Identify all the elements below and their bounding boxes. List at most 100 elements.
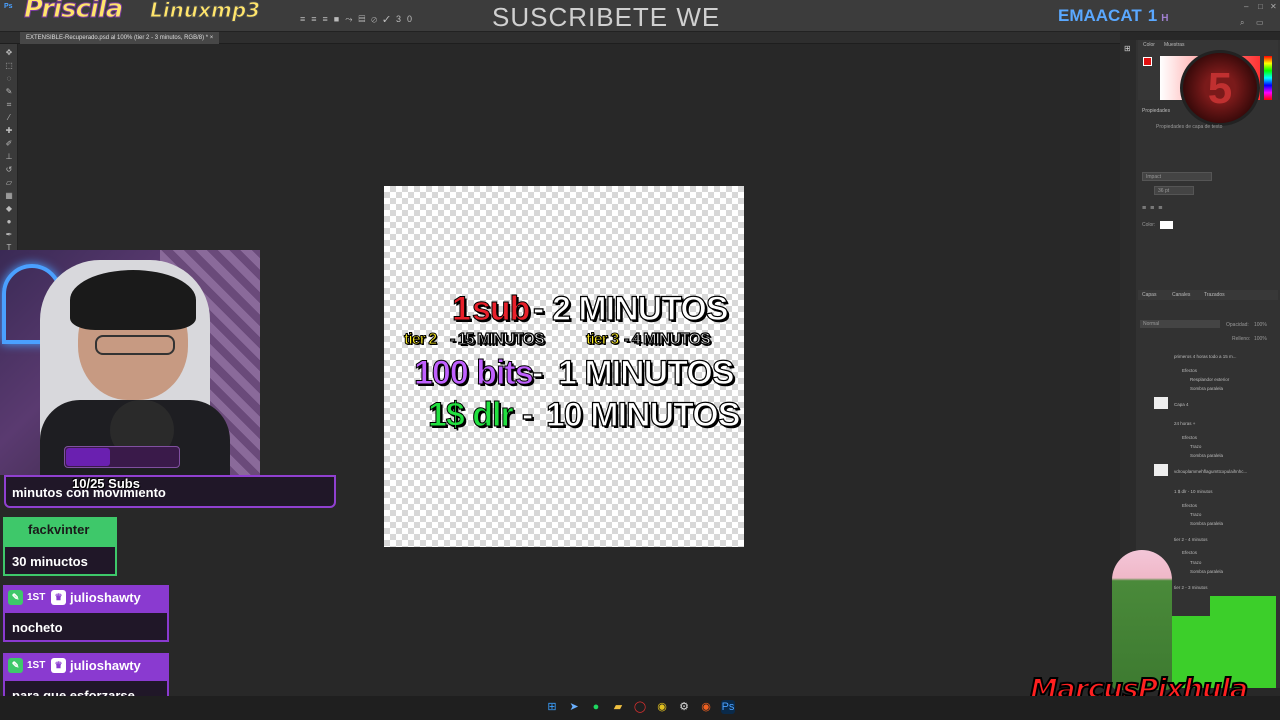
layer-row[interactable]: primeros 4 horas todo a 15 m... (1140, 354, 1274, 362)
quick-select-icon[interactable]: ✎ (4, 87, 14, 97)
layer-row[interactable]: 24 horas + (1140, 421, 1274, 429)
opera-icon[interactable]: ◯ (633, 700, 647, 714)
history-brush-icon[interactable]: ↺ (4, 165, 14, 175)
chat-header-2: fackvinter (3, 517, 117, 545)
layer-effect-row[interactable]: Sombra paralela (1140, 453, 1274, 461)
layer-row[interactable]: tier 2 - 4 minutos (1140, 537, 1274, 545)
close-icon[interactable]: ✕ (1270, 2, 1277, 11)
tab-paths[interactable]: Trazados (1204, 292, 1225, 298)
pen-tool-icon[interactable]: ✒ (4, 230, 14, 240)
settings-gear-icon[interactable]: ⚙ (677, 700, 691, 714)
line4-dash: - (521, 395, 534, 434)
text-align-center-icon[interactable]: ≡ (1150, 205, 1158, 212)
color-swatch-icon[interactable]: ■ (334, 14, 345, 24)
marquee-tool-icon[interactable]: ⬚ (4, 61, 14, 71)
align-right-icon[interactable]: ≡ (323, 14, 334, 24)
emaacat-number: 1 (1147, 6, 1158, 25)
align-center-icon[interactable]: ≡ (311, 14, 322, 24)
line1-sub: sub (471, 290, 530, 329)
fill-value[interactable]: 100% (1254, 336, 1267, 342)
properties-tab[interactable]: Propiedades (1142, 108, 1170, 114)
properties-subtitle: Propiedades de capa de texto (1156, 124, 1223, 130)
layer-effect-row[interactable]: Trazo (1140, 512, 1274, 520)
file-explorer-icon[interactable]: ▰ (611, 700, 625, 714)
healing-brush-icon[interactable]: ✚ (4, 126, 14, 136)
dollar-label: 1$ dlr (428, 396, 515, 435)
font-size-value: 36 pt (1158, 188, 1170, 194)
pencil-badge-icon: ✎ (8, 590, 23, 605)
gradient-tool-icon[interactable]: ▦ (4, 191, 14, 201)
blur-tool-icon[interactable]: ◆ (4, 204, 14, 214)
layer-effect-row[interactable]: Efectos (1140, 368, 1274, 376)
lasso-tool-icon[interactable]: ◌ (4, 74, 14, 84)
layer-effect-row[interactable]: Resplandor exterior (1140, 377, 1274, 385)
document-tab[interactable]: EXTENSIBLE-Recuperado.psd al 100% (tier … (20, 32, 220, 44)
swatches-tab[interactable]: Muestras (1164, 42, 1185, 48)
clone-stamp-icon[interactable]: ⊥ (4, 152, 14, 162)
brush-tool-icon[interactable]: ✐ (4, 139, 14, 149)
layer-effect-row[interactable]: Trazo (1140, 444, 1274, 452)
close-tab-icon[interactable]: × (210, 35, 214, 41)
tier3-label: tier 3 (585, 331, 619, 349)
font-family-select[interactable]: Impact (1142, 172, 1212, 181)
layer-row[interactable]: 1 $ dlr - 10 minutos (1140, 489, 1274, 497)
chrome-icon[interactable]: ◉ (655, 700, 669, 714)
font-size-select[interactable]: 36 pt (1154, 186, 1194, 195)
cancel-icon[interactable]: ⊘ (371, 14, 383, 24)
tools-panel: ✥ ⬚ ◌ ✎ ⌗ ⁄ ✚ ✐ ⊥ ↺ ▱ ▦ ◆ ● ✒ T (0, 44, 18, 259)
layer-thumbnail (1154, 464, 1168, 476)
chat-message-1: minutos con movimiento (4, 475, 336, 508)
color-tab[interactable]: Color (1143, 42, 1155, 48)
document-canvas[interactable]: 1 sub - 2 MINUTOS tier 2 - 15 MINUTOS ti… (384, 186, 744, 547)
line1-dash: - (532, 289, 545, 328)
layer-effect-row[interactable]: Efectos (1140, 503, 1274, 511)
document-tab-label: EXTENSIBLE-Recuperado.psd al 100% (tier … (26, 35, 209, 41)
tab-channels[interactable]: Canales (1172, 292, 1190, 298)
move-tool-icon[interactable]: ✥ (4, 48, 14, 58)
tab-layers[interactable]: Capas (1142, 292, 1156, 298)
chat-header-3: ✎ 1ST ♛ julioshawty (3, 585, 169, 611)
history-icon[interactable]: ⊞ (1124, 44, 1131, 53)
eyedropper-icon[interactable]: ⁄ (4, 113, 14, 123)
webcam-feed (0, 250, 260, 475)
zoom-value: 30 (395, 14, 418, 24)
subs-goal-text: 10/25 Subs (72, 476, 140, 491)
workspace-icon[interactable]: ▭ (1256, 18, 1264, 27)
blend-mode-select[interactable]: Normal (1140, 320, 1220, 328)
maximize-icon[interactable]: □ (1258, 2, 1263, 11)
line1-number: 1 (452, 290, 472, 329)
layer-effect-row[interactable]: Sombra paralela (1140, 521, 1274, 529)
search-icon[interactable]: ⌕ (1240, 18, 1244, 28)
linuxmp3-overlay-logo: Linuxmp3 (149, 0, 261, 23)
priscila-overlay-logo: Priscila (23, 0, 123, 25)
align-left-icon[interactable]: ≡ (300, 14, 311, 24)
chat-message-text: nocheto (12, 620, 63, 635)
text-align-left-icon[interactable]: ≡ (1142, 205, 1150, 212)
chat-username: julioshawty (70, 658, 141, 673)
glasses (95, 335, 175, 355)
warp-text-icon[interactable]: ⤳ (345, 14, 358, 24)
layer-effect-row[interactable]: Efectos (1140, 435, 1274, 443)
sub-badge-icon: ♛ (51, 590, 66, 605)
spotify-icon[interactable]: ● (589, 700, 603, 714)
opacity-value[interactable]: 100% (1254, 322, 1267, 328)
hue-slider[interactable] (1264, 56, 1272, 100)
firefox-icon[interactable]: ◉ (699, 700, 713, 714)
text-color-swatch[interactable] (1160, 221, 1173, 229)
crop-tool-icon[interactable]: ⌗ (4, 100, 14, 110)
foreground-color-swatch[interactable] (1143, 57, 1152, 66)
photoshop-logo[interactable]: Ps (4, 3, 13, 10)
arrow-app-icon[interactable]: ➤ (567, 700, 581, 714)
dodge-tool-icon[interactable]: ● (4, 217, 14, 227)
layer-effect-row[interactable]: Sombra paralela (1140, 386, 1274, 394)
windows-start-icon[interactable]: ⊞ (545, 700, 559, 714)
panels-icon[interactable]: ▤ (358, 14, 371, 24)
emaacat-brand: EMAACAT 1 H (1058, 6, 1168, 26)
photoshop-taskbar-icon[interactable]: Ps (721, 700, 735, 714)
text-align-right-icon[interactable]: ≡ (1158, 205, 1166, 212)
bits-label: 100 bits (414, 354, 535, 393)
minimize-icon[interactable]: – (1244, 2, 1248, 11)
eraser-tool-icon[interactable]: ▱ (4, 178, 14, 188)
first-badge: 1ST (27, 660, 46, 671)
commit-icon[interactable]: ✓ (383, 14, 396, 24)
